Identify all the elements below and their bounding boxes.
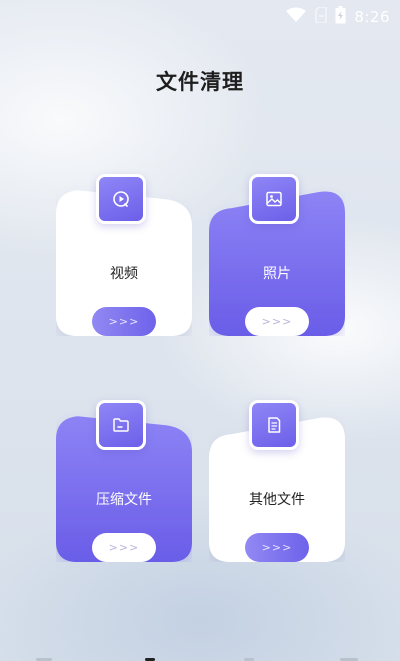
card-other[interactable]: 其他文件 >>> bbox=[209, 400, 345, 562]
battery-icon bbox=[335, 6, 346, 28]
bottom-navigation bbox=[0, 653, 400, 661]
card-open-button[interactable]: >>> bbox=[92, 307, 156, 336]
status-icons: 8:26 bbox=[285, 6, 390, 28]
video-icon bbox=[96, 174, 146, 224]
card-open-button[interactable]: >>> bbox=[245, 307, 309, 336]
sim-icon bbox=[315, 6, 328, 27]
card-label: 压缩文件 bbox=[96, 492, 152, 508]
card-video[interactable]: 视频 >>> bbox=[56, 174, 192, 336]
card-open-button[interactable]: >>> bbox=[245, 533, 309, 562]
card-label: 视频 bbox=[110, 266, 138, 282]
card-photo[interactable]: 照片 >>> bbox=[209, 174, 345, 336]
card-label: 其他文件 bbox=[249, 492, 305, 508]
folder-icon bbox=[96, 400, 146, 450]
wifi-icon bbox=[285, 7, 307, 27]
page-title: 文件清理 bbox=[156, 70, 244, 94]
status-bar: 8:26 bbox=[0, 0, 400, 32]
image-icon bbox=[249, 174, 299, 224]
card-label: 照片 bbox=[263, 266, 291, 282]
card-archive[interactable]: 压缩文件 >>> bbox=[56, 400, 192, 562]
card-open-button[interactable]: >>> bbox=[92, 533, 156, 562]
status-time: 8:26 bbox=[354, 8, 390, 26]
document-icon bbox=[249, 400, 299, 450]
